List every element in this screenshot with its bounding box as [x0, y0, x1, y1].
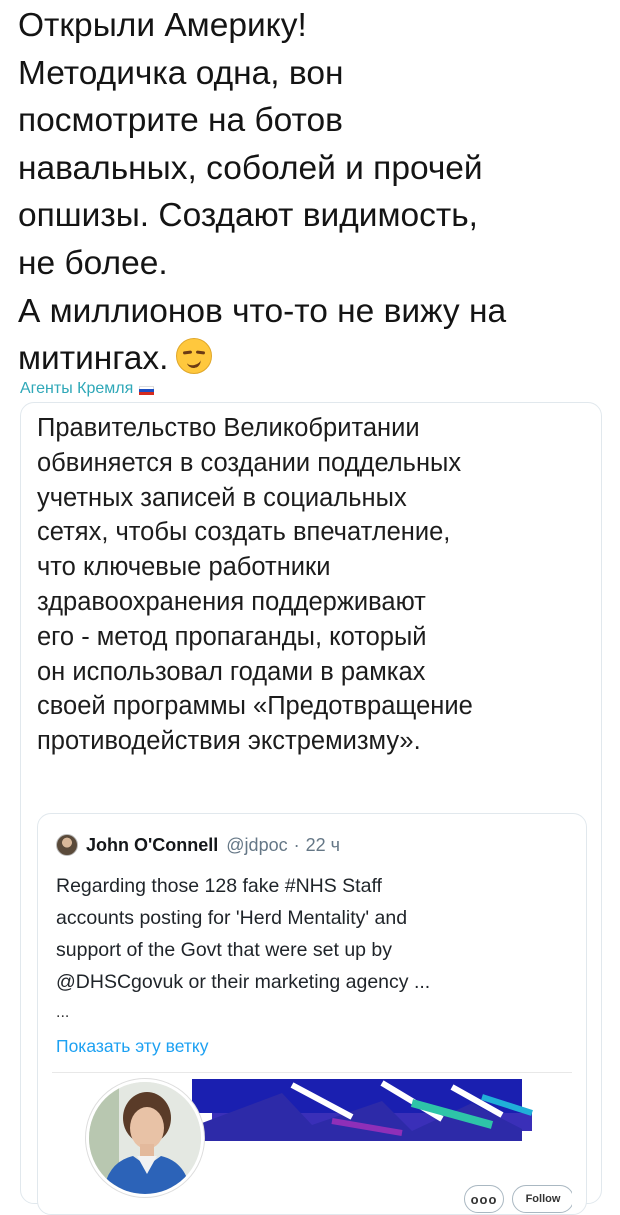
- card-line: своей программы «Предотвращение: [37, 692, 473, 721]
- smirking-face-icon: [176, 338, 213, 375]
- post-line: опшизы. Создают видимость,: [18, 197, 478, 235]
- more-options-button[interactable]: ooo: [464, 1185, 504, 1213]
- post-line: посмотрите на ботов: [18, 102, 343, 140]
- profile-avatar[interactable]: [86, 1079, 204, 1197]
- card-line: здравоохранения поддерживают: [37, 587, 426, 616]
- post-line: Методичка одна, вон: [18, 54, 344, 92]
- quoted-tweet-body: Regarding those 128 fake #NHS Staff acco…: [56, 870, 576, 998]
- card-text: Правительство Великобритании обвиняется …: [37, 411, 592, 759]
- card-line: он использовал годами в рамках: [37, 657, 426, 686]
- quoted-tweet[interactable]: John O'Connell @jdpoc · 22 ч Regarding t…: [37, 813, 587, 1215]
- translated-tweet-card[interactable]: Правительство Великобритании обвиняется …: [20, 402, 602, 1215]
- card-line: что ключевые работники: [37, 553, 331, 582]
- truncation-ellipsis: ...: [56, 1004, 70, 1021]
- card-line: обвиняется в создании поддельных: [37, 448, 462, 477]
- embedded-profile-card[interactable]: ooo Follow: [52, 1072, 572, 1214]
- quoted-line: Regarding those 128 fake #NHS Staff: [56, 875, 382, 897]
- post-line: не более.: [18, 244, 168, 282]
- post-line: митингах.: [18, 340, 169, 378]
- quoted-author-name[interactable]: John O'Connell: [86, 835, 218, 856]
- card-line: противодействия экстремизму».: [37, 727, 421, 756]
- quoted-tweet-header: John O'Connell @jdpoc · 22 ч: [56, 834, 340, 856]
- card-line: сетях, чтобы создать впечатление,: [37, 518, 451, 547]
- post-text: Открыли Америку! Методичка одна, вон пос…: [18, 2, 613, 383]
- quoted-timestamp[interactable]: 22 ч: [306, 835, 340, 856]
- quoted-line: support of the Govt that were set up by: [56, 939, 393, 961]
- post-line: Открыли Америку!: [18, 7, 307, 44]
- card-line: Правительство Великобритании: [37, 414, 420, 442]
- russian-flag-icon: [139, 385, 155, 395]
- quoted-author-handle[interactable]: @jdpoc: [226, 835, 287, 856]
- author-name[interactable]: Агенты Кремля: [20, 380, 133, 398]
- quoted-line: @DHSCgovuk or their marketing agency ...: [56, 971, 431, 993]
- card-line: его - метод пропаганды, который: [37, 622, 427, 651]
- avatar[interactable]: [56, 834, 78, 856]
- post-line: А миллионов что-то не вижу на: [18, 292, 507, 330]
- author-signature[interactable]: Агенты Кремля: [20, 380, 155, 398]
- post-line: навальных, соболей и прочей: [18, 149, 483, 187]
- follow-button[interactable]: Follow: [512, 1185, 572, 1213]
- separator: ·: [293, 834, 300, 855]
- quoted-line: accounts posting for 'Herd Mentality' an…: [56, 907, 408, 929]
- card-line: учетных записей в социальных: [37, 483, 407, 512]
- show-thread-link[interactable]: Показать эту ветку: [56, 1036, 209, 1057]
- post-last-line: митингах.: [18, 335, 613, 383]
